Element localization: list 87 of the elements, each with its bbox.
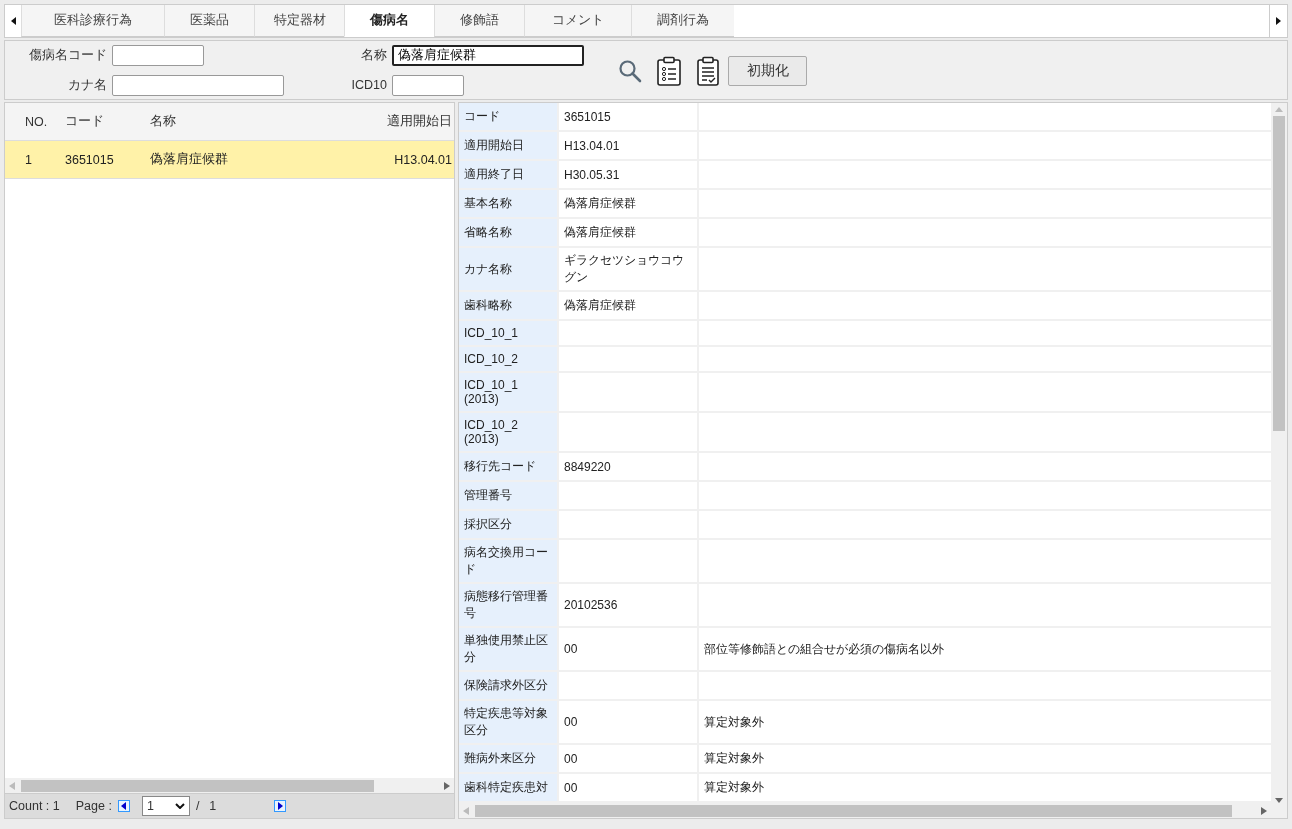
scrollbar-thumb[interactable] bbox=[1273, 116, 1285, 431]
tab[interactable]: 修飾語 bbox=[434, 5, 524, 37]
field-value: 偽落肩症候群 bbox=[559, 292, 699, 321]
tab[interactable]: コメント bbox=[524, 5, 631, 37]
field-value: 偽落肩症候群 bbox=[559, 219, 699, 248]
page-select[interactable]: 1 bbox=[141, 796, 190, 816]
field-label: 歯科特定疾患対 bbox=[459, 774, 559, 803]
count-label: Count : 1 bbox=[9, 799, 60, 813]
right-arrow-icon[interactable] bbox=[1261, 806, 1267, 815]
left-arrow-icon[interactable] bbox=[463, 806, 469, 815]
chevron-down-icon bbox=[174, 803, 185, 809]
field-label: 省略名称 bbox=[459, 219, 559, 248]
text-field[interactable] bbox=[392, 74, 464, 96]
table-row[interactable]: 1 3651015 偽落肩症候群 H13.04.01 bbox=[5, 141, 454, 179]
field-label: 歯科略称 bbox=[459, 292, 559, 321]
field-description: 算定対象外 bbox=[699, 701, 1271, 745]
column-header: 適用開始日 bbox=[386, 113, 453, 130]
field-label: 名称 bbox=[360, 46, 387, 64]
field-value: 00 bbox=[559, 701, 699, 745]
field-value: 3651015 bbox=[559, 103, 699, 132]
search-icon[interactable] bbox=[618, 59, 642, 83]
previous-page-button[interactable] bbox=[117, 800, 130, 812]
column-header: NO. bbox=[24, 114, 49, 129]
field-label: 難病外来区分 bbox=[459, 745, 559, 774]
tab[interactable]: 医薬品 bbox=[164, 5, 254, 37]
tab[interactable]: 特定器材 bbox=[254, 5, 344, 37]
field-label: 基本名称 bbox=[459, 190, 559, 219]
text-field[interactable]: 偽落肩症候群 bbox=[392, 44, 584, 66]
clipboard-check-icon[interactable] bbox=[696, 56, 720, 86]
right-arrow-icon bbox=[1276, 17, 1281, 25]
field-label: 採択区分 bbox=[459, 511, 559, 540]
right-arrow-icon bbox=[277, 802, 283, 810]
field-value: 8849220 bbox=[559, 453, 699, 482]
tab[interactable]: 調剤行為 bbox=[631, 5, 734, 37]
page-label: Page : bbox=[75, 799, 112, 813]
tab[interactable]: 医科診療行為 bbox=[21, 5, 164, 37]
right-arrow-icon[interactable] bbox=[444, 781, 450, 790]
field-label: 適用終了日 bbox=[459, 161, 559, 190]
vertical-scrollbar[interactable] bbox=[1271, 103, 1287, 803]
field-label: カナ名 bbox=[67, 76, 107, 94]
next-page-button[interactable] bbox=[274, 800, 287, 812]
field-value: ギラクセツショウコウグン bbox=[559, 248, 699, 292]
total-pages: 1 bbox=[209, 799, 217, 813]
field-label: 病態移行管理番号 bbox=[459, 584, 559, 628]
horizontal-scrollbar[interactable] bbox=[459, 803, 1271, 818]
scrollbar-thumb[interactable] bbox=[475, 804, 1232, 817]
down-arrow-icon[interactable] bbox=[1275, 798, 1283, 803]
table-cell-text: 3651015 bbox=[64, 152, 115, 167]
field-label: カナ名称 bbox=[459, 248, 559, 292]
scrollbar-thumb[interactable] bbox=[21, 779, 374, 792]
field-value: 偽落肩症候群 bbox=[559, 190, 699, 219]
left-arrow-icon bbox=[121, 802, 127, 810]
field-value: H30.05.31 bbox=[559, 161, 699, 190]
column-header: コード bbox=[64, 113, 105, 130]
field-description: 算定対象外 bbox=[699, 745, 1271, 774]
reset-button[interactable]: 初期化 bbox=[728, 56, 807, 86]
field-label: ICD10 bbox=[350, 78, 387, 92]
page-separator: / bbox=[195, 799, 200, 813]
text-field[interactable] bbox=[112, 44, 204, 66]
field-label: ICD_10_2 bbox=[459, 347, 559, 373]
table-cell-text: 1 bbox=[24, 152, 33, 167]
field-value: 20102536 bbox=[559, 584, 699, 628]
field-label: 移行先コード bbox=[459, 453, 559, 482]
field-value: 00 bbox=[559, 628, 699, 672]
field-label: 傷病名コード bbox=[28, 46, 107, 64]
up-arrow-icon[interactable] bbox=[1275, 107, 1283, 112]
field-value: 00 bbox=[559, 745, 699, 774]
left-arrow-icon[interactable] bbox=[9, 781, 15, 790]
field-label: ICD_10_1 bbox=[459, 321, 559, 347]
field-label: 適用開始日 bbox=[459, 132, 559, 161]
field-description: 部位等修飾語との組合せが必須の傷病名以外 bbox=[699, 628, 1271, 672]
field-label: 特定疾患等対象区分 bbox=[459, 701, 559, 745]
text-field[interactable] bbox=[112, 74, 284, 96]
field-label: 単独使用禁止区分 bbox=[459, 628, 559, 672]
field-label: コード bbox=[459, 103, 559, 132]
clipboard-list-icon[interactable] bbox=[656, 56, 682, 86]
field-label: 管理番号 bbox=[459, 482, 559, 511]
table-cell-text: 偽落肩症候群 bbox=[149, 151, 229, 168]
field-label: 病名交換用コード bbox=[459, 540, 559, 584]
left-arrow-icon bbox=[10, 17, 16, 25]
column-header: 名称 bbox=[149, 113, 177, 130]
field-value: H13.04.01 bbox=[559, 132, 699, 161]
field-label: 保険請求外区分 bbox=[459, 672, 559, 701]
table-cell-text: H13.04.01 bbox=[393, 152, 453, 167]
horizontal-scrollbar[interactable] bbox=[5, 778, 454, 793]
field-label: ICD_10_1 (2013) bbox=[459, 373, 559, 413]
field-label: ICD_10_2 (2013) bbox=[459, 413, 559, 453]
